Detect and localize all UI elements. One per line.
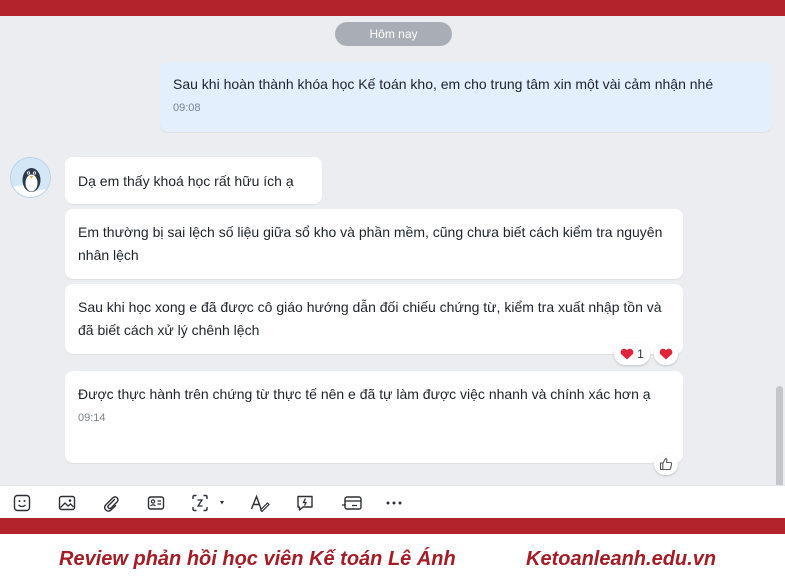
message-text: Sau khi hoàn thành khóa học Kế toán kho,… bbox=[173, 76, 714, 92]
chat-message-list[interactable]: Hôm nay Sau khi hoàn thành khóa học Kế t… bbox=[0, 16, 785, 485]
penguin-avatar-icon bbox=[11, 158, 50, 197]
screenshot-icon bbox=[192, 494, 224, 512]
sticker-button[interactable] bbox=[12, 493, 32, 513]
heart-icon bbox=[659, 348, 673, 360]
format-text-icon bbox=[250, 494, 270, 512]
message-time: 09:08 bbox=[173, 102, 201, 114]
thumbs-up-icon bbox=[659, 457, 673, 471]
attach-file-button[interactable] bbox=[101, 493, 121, 513]
footer-caption: Review phản hồi học viên Kế toán Lê Ánh bbox=[59, 548, 456, 570]
image-button[interactable] bbox=[57, 493, 77, 513]
heart-icon bbox=[620, 348, 634, 360]
message-text: Em thường bị sai lệch số liệu giữa sổ kh… bbox=[78, 224, 663, 263]
incoming-message[interactable]: Được thực hành trên chứng từ thực tế nên… bbox=[65, 371, 683, 463]
footer-banner: Review phản hồi học viên Kế toán Lê Ánh … bbox=[0, 534, 785, 587]
card-icon bbox=[342, 496, 362, 510]
outgoing-message[interactable]: Sau khi hoàn thành khóa học Kế toán kho,… bbox=[160, 62, 772, 132]
footer-website: Ketoanleanh.edu.vn bbox=[526, 548, 717, 570]
bottom-red-bar bbox=[0, 518, 785, 534]
contact-card-icon bbox=[147, 496, 165, 510]
format-text-button[interactable] bbox=[250, 493, 270, 513]
card-button[interactable] bbox=[340, 493, 364, 513]
more-button[interactable] bbox=[384, 493, 404, 513]
incoming-message[interactable]: Sau khi học xong e đã được cô giáo hướng… bbox=[65, 284, 683, 354]
composer-toolbar bbox=[0, 485, 785, 518]
reaction-summary[interactable]: 1 bbox=[614, 343, 650, 365]
message-text: Được thực hành trên chứng từ thực tế nên… bbox=[78, 386, 651, 402]
date-separator: Hôm nay bbox=[335, 22, 452, 46]
more-icon bbox=[386, 501, 402, 505]
quick-message-icon bbox=[297, 495, 313, 511]
contact-card-button[interactable] bbox=[146, 493, 166, 513]
reaction-count: 1 bbox=[637, 347, 644, 361]
sticker-icon bbox=[13, 494, 31, 512]
message-text: Dạ em thấy khoá học rất hữu ích ạ bbox=[78, 173, 294, 189]
incoming-message[interactable]: Em thường bị sai lệch số liệu giữa sổ kh… bbox=[65, 209, 683, 279]
scrollbar-thumb[interactable] bbox=[776, 386, 783, 485]
react-like-button[interactable] bbox=[654, 453, 678, 475]
paperclip-icon bbox=[103, 496, 119, 512]
top-red-bar bbox=[0, 0, 785, 16]
message-text: Sau khi học xong e đã được cô giáo hướng… bbox=[78, 299, 662, 338]
image-icon bbox=[58, 495, 76, 511]
incoming-message[interactable]: Dạ em thấy khoá học rất hữu ích ạ bbox=[65, 157, 322, 204]
screenshot-button[interactable] bbox=[190, 493, 230, 513]
avatar[interactable] bbox=[10, 157, 51, 198]
message-time: 09:14 bbox=[78, 412, 106, 424]
quick-message-button[interactable] bbox=[295, 493, 315, 513]
react-heart-button[interactable] bbox=[654, 343, 678, 365]
